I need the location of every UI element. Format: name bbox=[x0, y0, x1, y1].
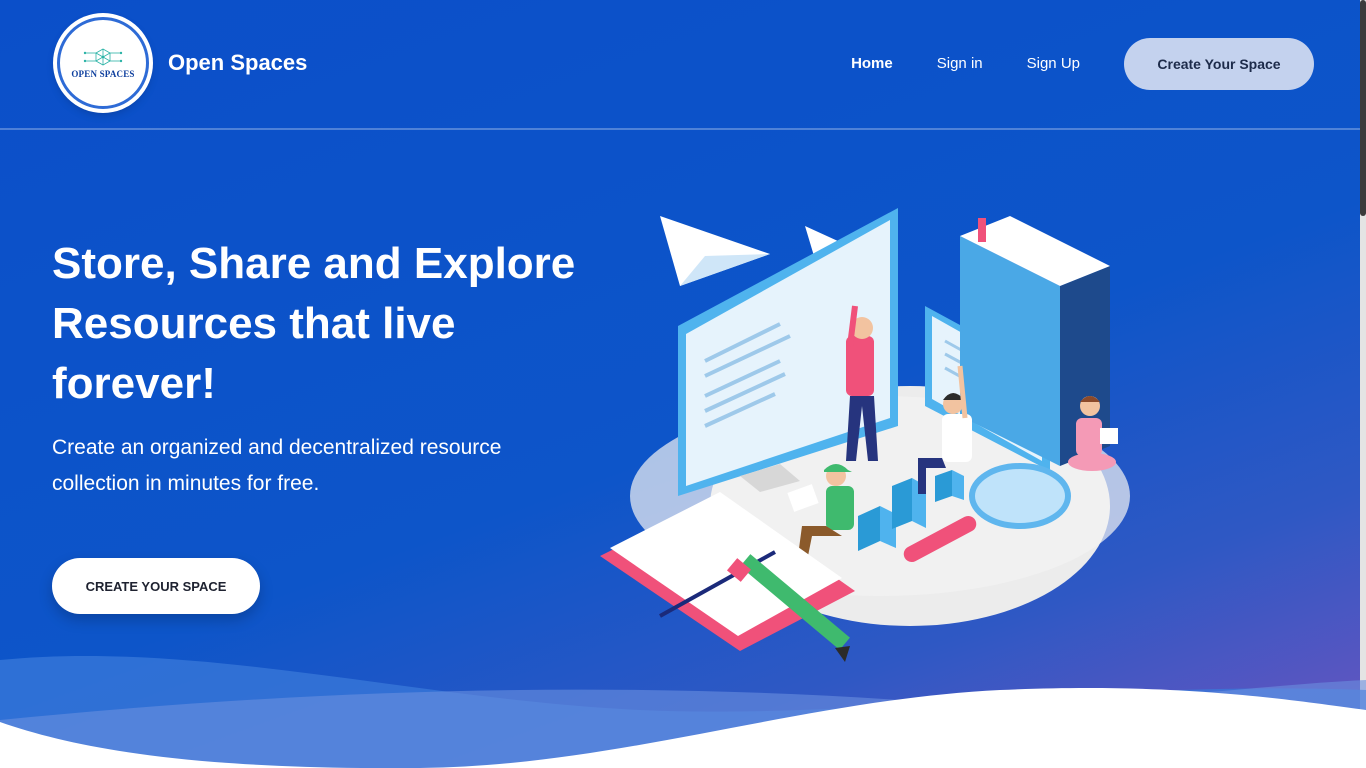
hero-subtitle: Create an organized and decentralized re… bbox=[52, 436, 502, 495]
magnifier-icon bbox=[969, 463, 1071, 529]
nav-home-link[interactable]: Home bbox=[851, 38, 893, 90]
logo[interactable]: OPEN SPACES bbox=[57, 17, 149, 109]
scrollbar-thumb[interactable] bbox=[1360, 0, 1366, 216]
bottom-waves bbox=[0, 655, 1366, 768]
main-nav: Home Sign in Sign Up Create Your Space bbox=[851, 38, 1314, 90]
nav-sign-up-link[interactable]: Sign Up bbox=[1027, 38, 1080, 90]
logo-text: OPEN SPACES bbox=[71, 69, 135, 79]
hero-illustration bbox=[600, 208, 1130, 662]
brand-name[interactable]: Open Spaces bbox=[168, 50, 307, 76]
create-your-space-nav-button[interactable]: Create Your Space bbox=[1124, 38, 1314, 90]
network-icon bbox=[83, 48, 123, 66]
nav-sign-in-link[interactable]: Sign in bbox=[937, 38, 983, 90]
site-header: OPEN SPACES Open Spaces Home Sign in Sig… bbox=[0, 0, 1360, 130]
paper-plane-icon bbox=[660, 216, 770, 286]
create-your-space-hero-button[interactable]: CREATE YOUR SPACE bbox=[52, 558, 260, 614]
hero-title: Store, Share and Explore Resources that … bbox=[52, 239, 576, 408]
